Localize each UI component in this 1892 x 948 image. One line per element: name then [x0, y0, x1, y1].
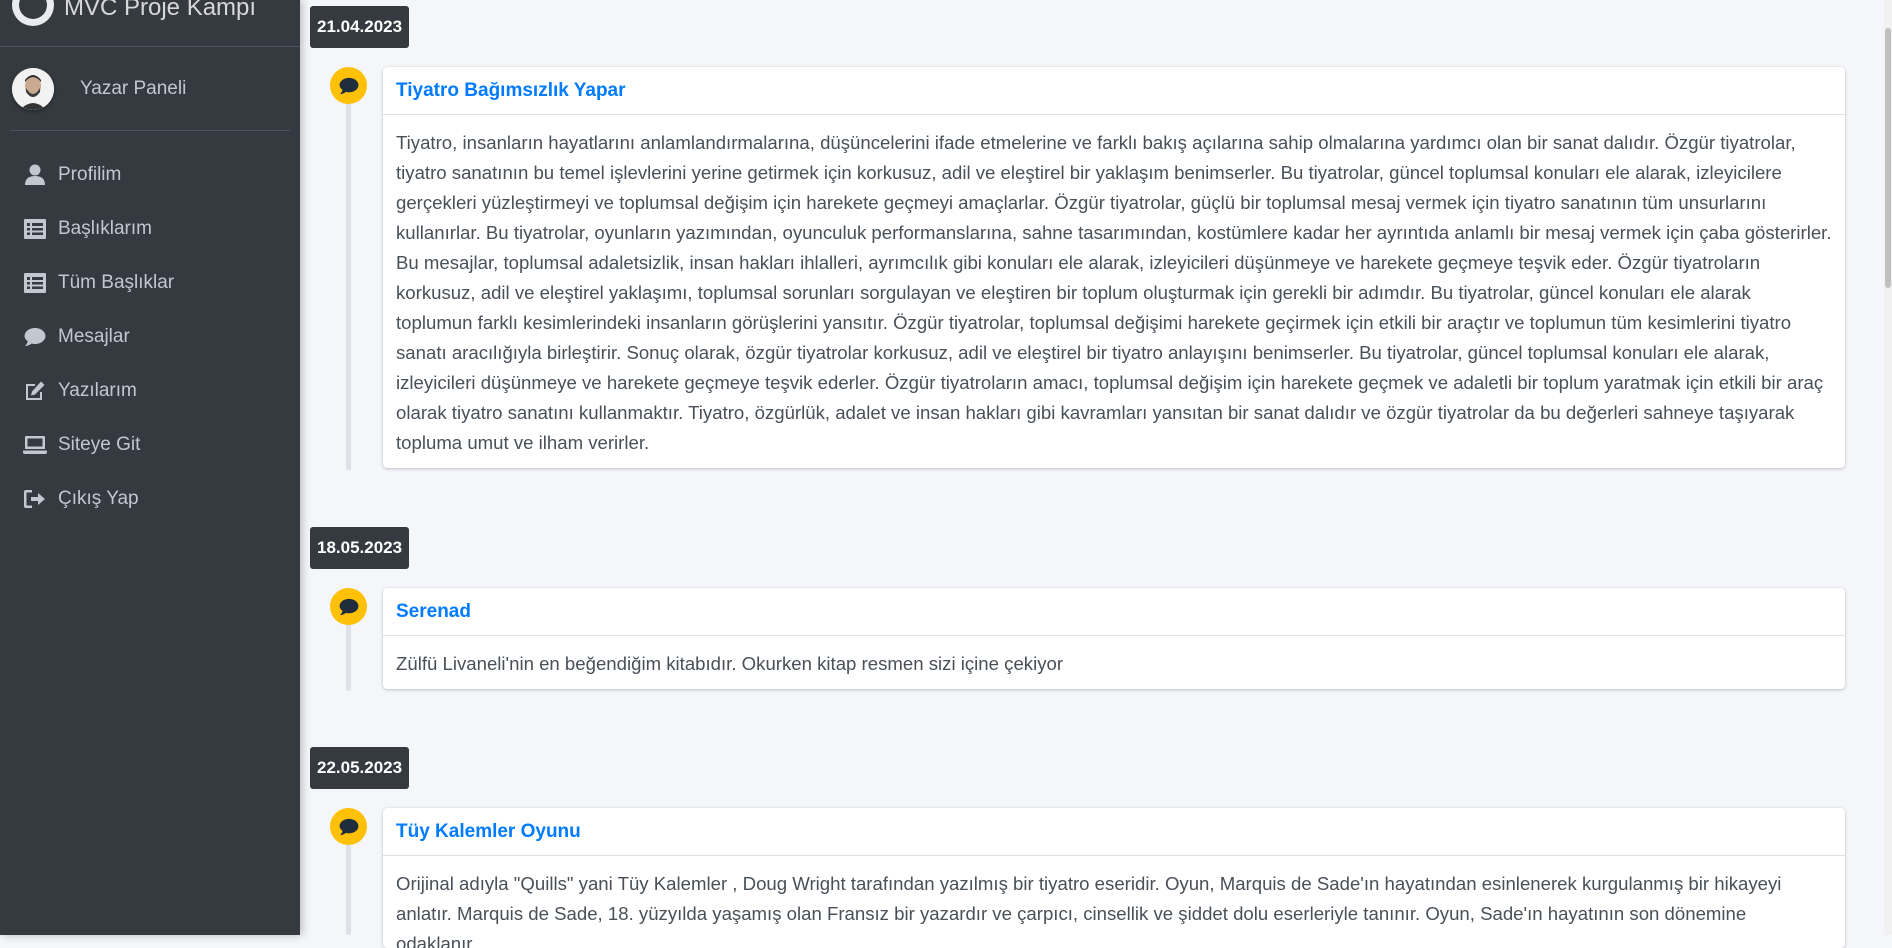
scrollbar[interactable] [1884, 0, 1892, 935]
brand-text: MVC Proje Kampı [64, 0, 257, 21]
sidebar-item-siteye-git[interactable]: Siteye Git [0, 418, 300, 472]
comment-icon [330, 808, 367, 845]
timeline-item: Tüy Kalemler Oyunu Orijinal adıyla "Quil… [383, 808, 1845, 948]
timeline-date-label: 21.04.2023 [310, 6, 410, 48]
timeline-date-label: 22.05.2023 [310, 747, 410, 789]
timeline-item: Tiyatro Bağımsızlık Yapar Tiyatro, insan… [383, 67, 1845, 468]
sidebar-nav: Profilim Başlıklarım Tüm Başlıklar Mesaj… [0, 148, 300, 526]
sidebar-item-yazilarim[interactable]: Yazılarım [0, 364, 300, 418]
comment-icon [330, 67, 367, 104]
comment-icon [330, 588, 367, 625]
edit-icon [22, 379, 48, 403]
user-name[interactable]: Yazar Paneli [80, 78, 186, 100]
timeline-date-label: 18.05.2023 [310, 527, 410, 569]
timeline-item-body: Orijinal adıyla "Quills" yani Tüy Kaleml… [396, 873, 1782, 948]
main-content: 21.04.2023 Tiyatro Bağımsızlık Yapar Tiy… [300, 0, 1892, 948]
sidebar-item-label: Mesajlar [58, 326, 130, 347]
sidebar-item-label: Çıkış Yap [58, 488, 139, 509]
sidebar-item-label: Tüm Başlıklar [58, 272, 175, 293]
list-icon [22, 271, 48, 295]
avatar [12, 67, 54, 110]
timeline-item-title[interactable]: Tiyatro Bağımsızlık Yapar [383, 67, 1845, 115]
timeline-item: Serenad Zülfü Livaneli'nin en beğendiğim… [383, 588, 1845, 689]
timeline-item-body: Tiyatro, insanların hayatlarını anlamlan… [396, 132, 1832, 453]
laptop-icon [22, 433, 48, 457]
timeline-item-body: Zülfü Livaneli'nin en beğendiğim kitabıd… [396, 653, 1064, 674]
sidebar-item-profilim[interactable]: Profilim [0, 148, 300, 202]
brand-logo [12, 0, 54, 26]
brand-link[interactable]: MVC Proje Kampı [0, 0, 300, 47]
comment-icon [22, 325, 48, 349]
timeline-item-title[interactable]: Tüy Kalemler Oyunu [383, 808, 1845, 856]
sidebar-item-label: Siteye Git [58, 434, 141, 455]
timeline-item-title[interactable]: Serenad [383, 588, 1845, 636]
user-icon [22, 163, 48, 187]
sidebar-item-label: Yazılarım [58, 380, 137, 401]
sidebar-item-mesajlar[interactable]: Mesajlar [0, 310, 300, 364]
scrollbar-thumb[interactable] [1885, 28, 1891, 288]
list-icon [22, 217, 48, 241]
sign-out-icon [22, 487, 48, 511]
sidebar: MVC Proje Kampı Yazar Paneli Profilim Ba… [0, 0, 300, 935]
sidebar-item-basliklarim[interactable]: Başlıklarım [0, 202, 300, 256]
sidebar-item-cikis-yap[interactable]: Çıkış Yap [0, 472, 300, 526]
sidebar-item-tum-basliklar[interactable]: Tüm Başlıklar [0, 256, 300, 310]
sidebar-item-label: Profilim [58, 164, 122, 185]
sidebar-item-label: Başlıklarım [58, 218, 152, 239]
timeline-line [346, 70, 351, 470]
user-panel: Yazar Paneli [10, 47, 290, 131]
